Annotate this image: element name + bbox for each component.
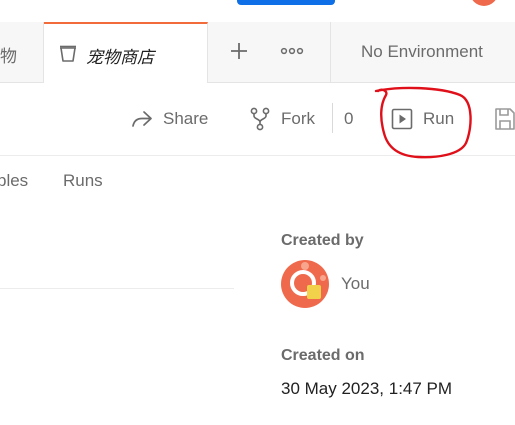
save-icon xyxy=(495,108,515,130)
add-tab-button[interactable] xyxy=(222,34,256,68)
collection-toolbar: Share Fork 0 Run xyxy=(0,83,515,156)
tab-variables[interactable]: ples xyxy=(0,171,28,191)
created-by-heading: Created by xyxy=(281,232,364,249)
share-label: Share xyxy=(163,109,209,128)
fork-icon xyxy=(250,107,270,131)
collection-icon xyxy=(58,44,78,64)
save-button[interactable] xyxy=(494,107,515,131)
tab-active-collection[interactable]: 宠物商店 xyxy=(44,22,208,83)
tab-active-label: 宠物商店 xyxy=(86,48,154,67)
play-icon xyxy=(391,108,413,130)
page: 物 宠物商店 No Environment Share Fork 0 Run p… xyxy=(0,0,515,425)
avatar-icon xyxy=(281,260,329,308)
run-button[interactable]: Run xyxy=(391,105,454,133)
creator-avatar xyxy=(281,260,329,308)
created-by-value[interactable]: You xyxy=(341,274,370,294)
environment-selector[interactable]: No Environment xyxy=(330,22,515,82)
environment-label: No Environment xyxy=(361,42,483,61)
primary-action-button[interactable] xyxy=(237,0,335,5)
tab-runs[interactable]: Runs xyxy=(63,171,103,191)
tab-previous-label: 物 xyxy=(0,47,17,66)
tab-bar: 物 宠物商店 No Environment xyxy=(0,22,515,83)
user-avatar[interactable] xyxy=(470,0,498,6)
share-button[interactable]: Share xyxy=(131,105,208,133)
more-tabs-button[interactable] xyxy=(275,34,309,68)
fork-button[interactable]: Fork xyxy=(249,105,315,133)
fork-count[interactable]: 0 xyxy=(332,103,353,133)
created-on-heading: Created on xyxy=(281,347,365,364)
top-bar xyxy=(0,0,515,23)
collection-subtabs: ples Runs xyxy=(0,156,515,204)
run-label: Run xyxy=(423,109,455,128)
tab-previous[interactable]: 物 xyxy=(0,22,44,82)
fork-label: Fork xyxy=(281,109,315,128)
share-arrow-icon xyxy=(132,111,152,127)
plus-icon xyxy=(231,43,247,59)
content-divider xyxy=(0,288,234,289)
more-dots-icon xyxy=(280,47,304,55)
created-on-value: 30 May 2023, 1:47 PM xyxy=(281,379,453,398)
